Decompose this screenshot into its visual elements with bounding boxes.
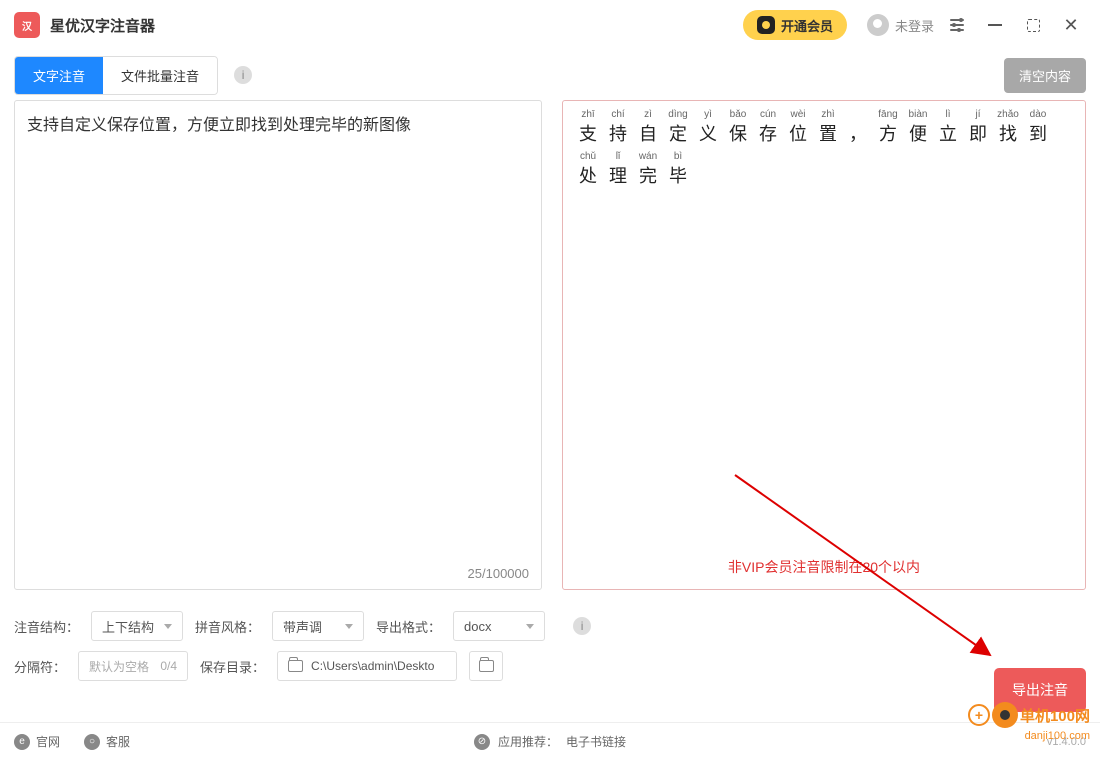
app-icon: 汉 xyxy=(14,12,40,38)
close-icon: ✕ xyxy=(1063,15,1078,36)
ruby-char: dìng定 xyxy=(663,109,693,147)
ruby-char: chǔ处 xyxy=(573,151,603,189)
support-link[interactable]: ○ 客服 xyxy=(84,733,130,750)
ruby-char: cún存 xyxy=(753,109,783,147)
clear-button[interactable]: 清空内容 xyxy=(1004,58,1086,93)
savedir-label: 保存目录： xyxy=(200,657,265,676)
ruby-char: ， xyxy=(843,109,873,147)
version-label: v1.4.0.0 xyxy=(1047,736,1086,748)
close-button[interactable]: ✕ xyxy=(1056,10,1086,40)
browse-folder-button[interactable] xyxy=(469,651,503,681)
official-site-link[interactable]: e 官网 xyxy=(14,733,60,750)
vip-icon xyxy=(757,16,775,34)
savedir-input[interactable]: C:\Users\admin\Deskto xyxy=(277,651,457,681)
structure-label: 注音结构： xyxy=(14,617,79,636)
minimize-icon xyxy=(988,24,1002,26)
vip-button-label: 开通会员 xyxy=(781,16,833,35)
ruby-char: zhī支 xyxy=(573,109,603,147)
ruby-char: lǐ理 xyxy=(603,151,633,189)
savedir-value: C:\Users\admin\Deskto xyxy=(311,659,434,673)
settings-button[interactable] xyxy=(942,10,972,40)
ruby-char: zì自 xyxy=(633,109,663,147)
login-status[interactable]: 未登录 xyxy=(895,16,934,35)
avatar-icon[interactable] xyxy=(867,14,889,36)
settings-icon xyxy=(950,19,964,31)
mode-tabs: 文字注音 文件批量注音 xyxy=(14,56,218,95)
open-vip-button[interactable]: 开通会员 xyxy=(743,10,847,40)
ruby-char: wán完 xyxy=(633,151,663,189)
pinyin-output: zhī支chí持zì自dìng定yì义bǎo保cún存wèi位zhì置，fāng… xyxy=(573,109,1075,193)
link-icon: ⊘ xyxy=(474,734,490,750)
ruby-char: fāng方 xyxy=(873,109,903,147)
vip-limit-notice: 非VIP会员注音限制在20个以内 xyxy=(563,557,1085,577)
structure-select[interactable]: 上下结构 xyxy=(91,611,183,641)
tab-file-mode[interactable]: 文件批量注音 xyxy=(103,57,217,94)
ruby-char: biàn便 xyxy=(903,109,933,147)
ruby-char: lì立 xyxy=(933,109,963,147)
export-button[interactable]: 导出注音 xyxy=(994,668,1086,712)
tab-text-mode[interactable]: 文字注音 xyxy=(15,57,103,94)
folder-icon xyxy=(288,660,303,672)
ruby-char: dào到 xyxy=(1023,109,1053,147)
app-title: 星优汉字注音器 xyxy=(50,15,155,36)
maximize-icon xyxy=(1027,19,1040,32)
ruby-char: wèi位 xyxy=(783,109,813,147)
minimize-button[interactable] xyxy=(980,10,1010,40)
style-select[interactable]: 带声调 xyxy=(272,611,364,641)
recommend-link[interactable]: 电子书链接 xyxy=(566,733,626,750)
format-help-icon[interactable]: i xyxy=(573,617,591,635)
folder-icon xyxy=(479,660,494,672)
format-label: 导出格式： xyxy=(376,617,441,636)
ruby-char: bǎo保 xyxy=(723,109,753,147)
ruby-char: bì毕 xyxy=(663,151,693,189)
style-label: 拼音风格： xyxy=(195,617,260,636)
help-icon[interactable]: i xyxy=(234,66,252,84)
headset-icon: ○ xyxy=(84,734,100,750)
char-counter: 25/100000 xyxy=(468,566,529,581)
ruby-char: zhì置 xyxy=(813,109,843,147)
ruby-char: chí持 xyxy=(603,109,633,147)
separator-placeholder: 默认为空格 xyxy=(89,658,149,675)
input-text-content: 支持自定义保存位置，方便立即找到处理完毕的新图像 xyxy=(27,111,529,135)
globe-icon: e xyxy=(14,734,30,750)
ruby-char: zhǎo找 xyxy=(993,109,1023,147)
ruby-char: jí即 xyxy=(963,109,993,147)
recommend-label: 应用推荐： xyxy=(498,733,558,750)
separator-counter: 0/4 xyxy=(160,659,177,673)
input-textarea[interactable]: 支持自定义保存位置，方便立即找到处理完毕的新图像 25/100000 xyxy=(14,100,542,590)
separator-input[interactable]: 默认为空格 0/4 xyxy=(78,651,188,681)
ruby-char: yì义 xyxy=(693,109,723,147)
preview-pane: zhī支chí持zì自dìng定yì义bǎo保cún存wèi位zhì置，fāng… xyxy=(562,100,1086,590)
maximize-button[interactable] xyxy=(1018,10,1048,40)
separator-label: 分隔符： xyxy=(14,657,66,676)
format-select[interactable]: docx xyxy=(453,611,545,641)
